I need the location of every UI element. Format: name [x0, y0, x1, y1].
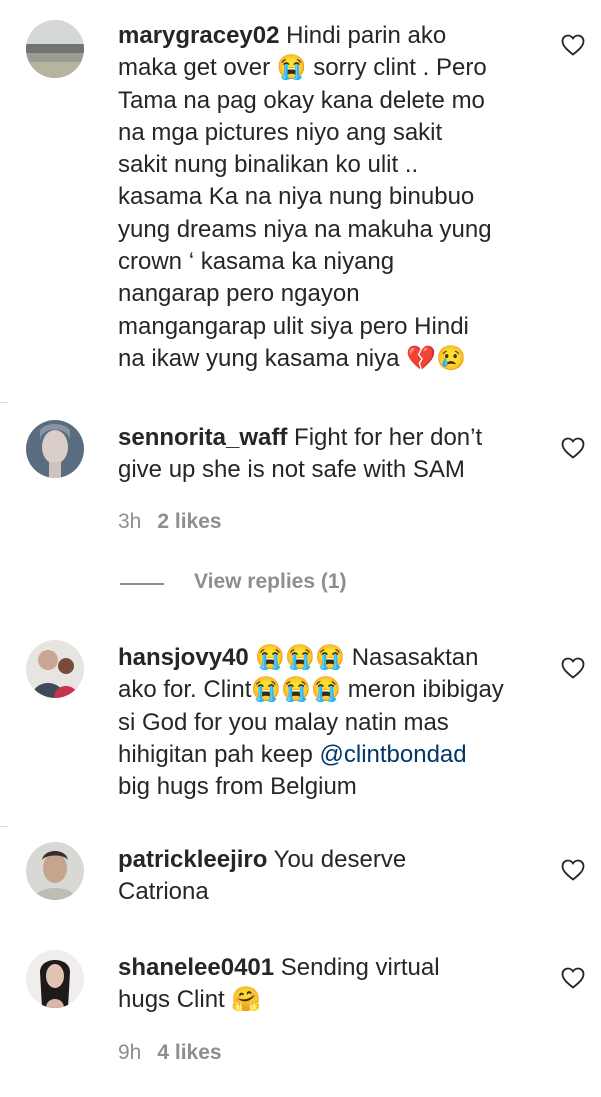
comment-line: na mga pictures niyo ang sakit: [118, 118, 443, 146]
heart-outline-icon[interactable]: [561, 967, 585, 989]
replies-line: [120, 583, 164, 585]
comment-time: 9h: [118, 1041, 142, 1064]
comment-username[interactable]: patrickleejiro: [118, 846, 267, 873]
comment-item: sennorita_waff Fight for her don’t give …: [0, 400, 601, 630]
avatar-image: [26, 420, 84, 478]
comment-line: na ikaw yung kasama niya 💔😢: [118, 344, 466, 372]
comment-line: kasama Ka na niya nung binubuo: [118, 183, 475, 211]
comment-line: nangarap pero ngayon: [118, 280, 360, 308]
comment-likes[interactable]: 4 likes: [157, 1041, 221, 1064]
comment-meta: 9h 4 likes: [118, 1041, 222, 1065]
avatar[interactable]: [26, 420, 84, 478]
comment-text: sennorita_waff Fight for her don’t give …: [118, 422, 538, 487]
comment-time: 3h: [118, 510, 142, 533]
heart-outline-icon[interactable]: [561, 34, 585, 56]
comment-line: hihigitan pah keep: [118, 740, 320, 768]
comment-line: maka get over 😭 sorry clint . Pero: [118, 54, 487, 82]
comment-line: sakit nung binalikan ko ulit ..: [118, 151, 419, 179]
comment-line: Fight for her don’t: [287, 424, 483, 451]
comment-username[interactable]: shanelee0401: [118, 954, 274, 981]
comment-item: patrickleejiro You deserve Catriona: [0, 826, 601, 936]
comment-text: patrickleejiro You deserve Catriona: [118, 844, 538, 909]
heart-outline-icon[interactable]: [561, 859, 585, 881]
comment-line: Sending virtual: [274, 954, 440, 981]
comment-line: 😭😭😭 Nasasaktan: [248, 644, 479, 671]
heart-outline-icon[interactable]: [561, 657, 585, 679]
comment-text: marygracey02 Hindi parin ako maka get ov…: [118, 20, 538, 375]
comment-item: marygracey02 Hindi parin ako maka get ov…: [0, 0, 601, 400]
avatar-image: [26, 20, 84, 78]
comment-text: hansjovy40 😭😭😭 Nasasaktan ako for. Clint…: [118, 642, 538, 803]
comment-line: hugs Clint 🤗: [118, 986, 262, 1014]
comment-item: shanelee0401 Sending virtual hugs Clint …: [0, 936, 601, 1097]
comment-meta: 3h 2 likes: [118, 510, 222, 534]
avatar[interactable]: [26, 950, 84, 1008]
comment-text: shanelee0401 Sending virtual hugs Clint …: [118, 952, 538, 1017]
avatar[interactable]: [26, 20, 84, 78]
comment-line: mangangarap ulit siya pero Hindi: [118, 312, 469, 340]
avatar-image: [26, 640, 84, 698]
comment-line: si God for you malay natin mas: [118, 708, 449, 736]
avatar[interactable]: [26, 640, 84, 698]
avatar-image: [26, 842, 84, 900]
avatar-image: [26, 950, 84, 1008]
comment-line: You deserve: [267, 846, 407, 873]
comment-line: yung dreams niya na makuha yung: [118, 215, 492, 243]
view-replies-label[interactable]: View replies (1): [194, 570, 347, 594]
comment-line: crown ‘ kasama ka niyang: [118, 248, 395, 276]
comment-username[interactable]: marygracey02: [118, 22, 279, 49]
comment-line: big hugs from Belgium: [118, 773, 357, 801]
comment-line: give up she is not safe with SAM: [118, 456, 465, 484]
comment-username[interactable]: hansjovy40: [118, 644, 249, 671]
comment-username[interactable]: sennorita_waff: [118, 424, 287, 451]
comment-line: Tama na pag okay kana delete mo: [118, 86, 485, 114]
heart-outline-icon[interactable]: [561, 437, 585, 459]
comment-likes[interactable]: 2 likes: [157, 510, 221, 533]
mention-link[interactable]: @clintbondad: [320, 741, 467, 768]
avatar[interactable]: [26, 842, 84, 900]
comment-line: Catriona: [118, 878, 209, 906]
comment-line: Hindi parin ako: [279, 22, 447, 49]
comment-line: ako for. Clint😭😭😭 meron ibibigay: [118, 676, 504, 704]
comment-item: hansjovy40 😭😭😭 Nasasaktan ako for. Clint…: [0, 630, 601, 826]
